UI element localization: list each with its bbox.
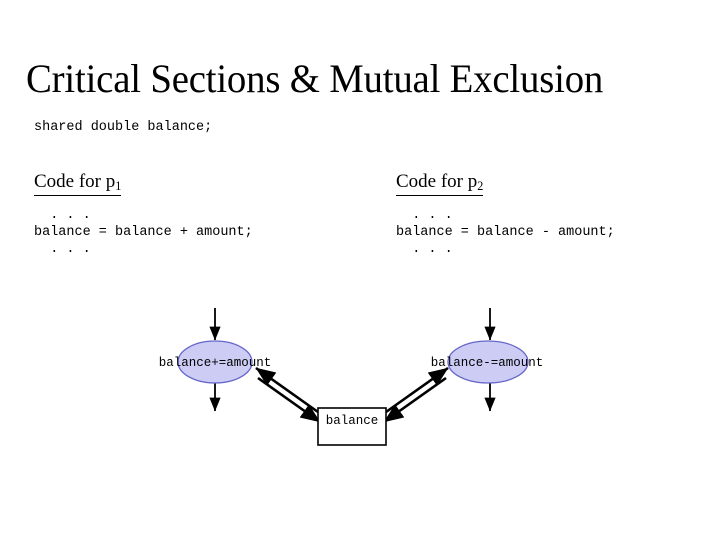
code-heading-p1: Code for p1	[34, 171, 122, 196]
code-heading-p1-text: Code for p	[34, 171, 116, 192]
shared-variable-declaration: shared double balance;	[34, 120, 213, 135]
code-heading-p2-subscript: 2	[477, 179, 484, 193]
page-title: Critical Sections & Mutual Exclusion	[26, 56, 604, 101]
data-arrow-read-p1	[255, 366, 319, 414]
code-heading-p2-text: Code for p	[396, 171, 478, 192]
code-column-p2: Code for p2 . . . balance = balance - am…	[396, 171, 615, 258]
shared-variable-label: balance	[325, 414, 379, 428]
data-arrow-write-p1	[257, 376, 321, 424]
data-arrow-read-p2	[385, 366, 449, 414]
code-column-p1: Code for p1 . . . balance = balance + am…	[34, 171, 253, 258]
code-block-p2: . . . balance = balance - amount; . . .	[396, 208, 615, 257]
code-heading-p2: Code for p2	[396, 171, 484, 196]
code-block-p1: . . . balance = balance + amount; . . .	[34, 208, 253, 257]
slide-canvas: Critical Sections & Mutual Exclusion sha…	[0, 0, 720, 540]
data-arrow-write-p2	[383, 376, 447, 424]
operation-label-p2: balance-=amount	[430, 356, 544, 370]
operation-label-p1: balance+=amount	[158, 356, 272, 370]
code-heading-p1-subscript: 1	[115, 179, 122, 193]
